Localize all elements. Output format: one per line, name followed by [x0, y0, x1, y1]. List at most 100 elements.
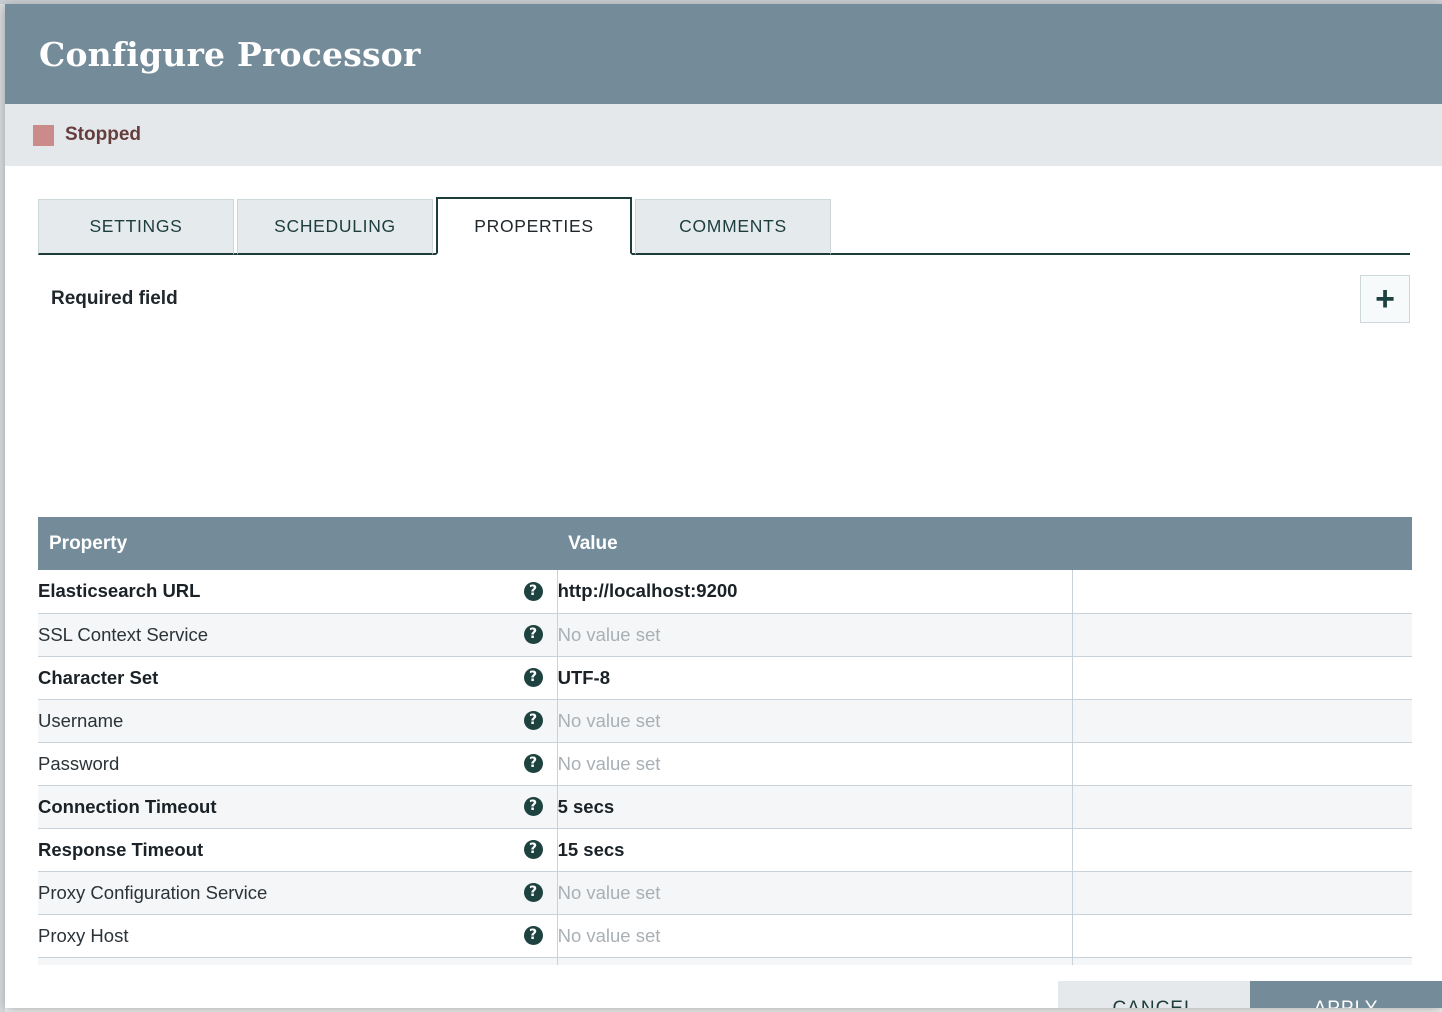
properties-table-head: Property Value — [38, 517, 1412, 570]
help-circle-icon[interactable]: ? — [523, 840, 543, 859]
table-row[interactable]: Password? No value set — [38, 741, 1412, 786]
property-value-cell[interactable]: No value set — [557, 698, 1073, 743]
property-name-cell: Password? — [38, 741, 558, 786]
property-value-cell[interactable]: http://localhost:9200 — [557, 570, 1073, 614]
table-row[interactable]: Username? No value set — [38, 698, 1412, 743]
column-header-value: Value — [557, 517, 1073, 570]
tab-scheduling-label: SCHEDULING — [274, 216, 396, 236]
properties-table: Property Value Elasticsearch URL? http://… — [38, 517, 1412, 1008]
tab-properties-label: PROPERTIES — [474, 215, 594, 236]
status-badge: Stopped — [65, 124, 141, 145]
apply-button-label: APPLY — [1314, 998, 1379, 1008]
property-name-cell: Elasticsearch URL? — [38, 570, 558, 614]
processor-status-bar: Stopped — [5, 104, 1442, 166]
property-value-placeholder: No value set — [557, 924, 661, 946]
cancel-button-label: CANCEL — [1112, 998, 1195, 1008]
property-value-placeholder: No value set — [557, 623, 661, 645]
property-value-cell[interactable]: 15 secs — [557, 827, 1073, 872]
property-label: Proxy Configuration Service — [38, 881, 268, 903]
property-value-placeholder: No value set — [557, 752, 661, 774]
property-name-cell: SSL Context Service? — [38, 612, 558, 657]
property-action-cell[interactable] — [1072, 612, 1412, 657]
property-name-row: SSL Context Service? — [38, 624, 557, 646]
property-name-cell: Response Timeout? — [38, 827, 558, 872]
column-header-extra — [1072, 517, 1412, 570]
property-value-cell[interactable]: No value set — [557, 913, 1073, 958]
help-circle-icon[interactable]: ? — [523, 883, 543, 902]
property-value: http://localhost:9200 — [557, 580, 738, 602]
required-field-label: Required field — [51, 288, 178, 309]
property-label: Connection Timeout — [38, 795, 217, 817]
table-header-row: Property Value — [38, 517, 1412, 570]
property-label: Elasticsearch URL — [38, 580, 201, 602]
tab-settings-label: SETTINGS — [89, 216, 183, 236]
dialog-footer: CANCEL APPLY — [5, 965, 1442, 1008]
property-label: Username — [38, 709, 124, 731]
dialog-header: Configure Processor — [5, 4, 1442, 104]
property-value-placeholder: No value set — [557, 709, 661, 731]
property-value-cell[interactable]: No value set — [557, 612, 1073, 657]
property-action-cell[interactable] — [1072, 913, 1412, 958]
property-label: Response Timeout — [38, 838, 204, 860]
apply-button[interactable]: APPLY — [1250, 981, 1442, 1008]
configure-processor-dialog: Configure Processor Stopped SETTINGS SCH… — [5, 4, 1442, 1008]
property-action-cell[interactable] — [1072, 570, 1412, 614]
help-circle-icon[interactable]: ? — [523, 668, 543, 687]
help-circle-icon[interactable]: ? — [523, 926, 543, 945]
property-label: Password — [38, 752, 120, 774]
cancel-button[interactable]: CANCEL — [1058, 981, 1250, 1008]
property-action-cell[interactable] — [1072, 784, 1412, 829]
table-row[interactable]: Response Timeout? 15 secs — [38, 827, 1412, 872]
property-label: Proxy Host — [38, 924, 129, 946]
table-row[interactable]: SSL Context Service? No value set — [38, 612, 1412, 657]
tab-settings[interactable]: SETTINGS — [38, 199, 234, 255]
properties-toolbar: Required field + — [5, 270, 1442, 328]
property-name-cell: Username? — [38, 698, 558, 743]
property-name-row: Password? — [38, 753, 557, 775]
property-name-row: Proxy Configuration Service? — [38, 882, 557, 904]
dialog-body: SETTINGS SCHEDULING PROPERTIES COMMENTS — [5, 195, 1442, 1008]
property-label: Character Set — [38, 666, 159, 688]
help-circle-icon[interactable]: ? — [523, 797, 543, 816]
help-circle-icon[interactable]: ? — [523, 625, 543, 644]
plus-icon: + — [1375, 280, 1395, 318]
stopped-square-icon — [33, 124, 54, 146]
property-label: SSL Context Service — [38, 623, 209, 645]
properties-table-body: Elasticsearch URL? http://localhost:9200 S… — [38, 570, 1412, 1008]
property-name-row: Proxy Host? — [38, 925, 557, 947]
property-name-row: Character Set? — [38, 667, 557, 689]
help-circle-icon[interactable]: ? — [523, 581, 543, 601]
tab-comments[interactable]: COMMENTS — [635, 199, 831, 255]
property-action-cell[interactable] — [1072, 655, 1412, 700]
tab-comments-label: COMMENTS — [679, 216, 787, 236]
screen: Configure Processor Stopped SETTINGS SCH… — [0, 0, 1442, 1012]
property-value-cell[interactable]: No value set — [557, 741, 1073, 786]
property-name-cell: Character Set? — [38, 655, 558, 700]
property-action-cell[interactable] — [1072, 741, 1412, 786]
properties-table-scroll[interactable]: Property Value Elasticsearch URL? http://… — [38, 517, 1412, 1008]
tab-properties[interactable]: PROPERTIES — [436, 197, 632, 255]
property-value: 15 secs — [557, 838, 625, 860]
table-row[interactable]: Proxy Configuration Service? No value set — [38, 870, 1412, 915]
property-value: UTF-8 — [557, 666, 610, 688]
tab-list: SETTINGS SCHEDULING PROPERTIES COMMENTS — [38, 195, 1442, 255]
property-value-cell[interactable]: 5 secs — [557, 784, 1073, 829]
help-circle-icon[interactable]: ? — [523, 754, 543, 773]
table-row[interactable]: Proxy Host? No value set — [38, 913, 1412, 958]
page-title: Configure Processor — [39, 34, 421, 74]
property-action-cell[interactable] — [1072, 698, 1412, 743]
column-header-property: Property — [38, 517, 558, 570]
table-row[interactable]: Elasticsearch URL? http://localhost:9200 — [38, 570, 1412, 614]
tab-strip: SETTINGS SCHEDULING PROPERTIES COMMENTS — [5, 195, 1442, 255]
property-action-cell[interactable] — [1072, 870, 1412, 915]
add-property-button[interactable]: + — [1360, 275, 1410, 323]
property-value-cell[interactable]: No value set — [557, 870, 1073, 915]
table-row[interactable]: Connection Timeout? 5 secs — [38, 784, 1412, 829]
property-name-cell: Connection Timeout? — [38, 784, 558, 829]
property-action-cell[interactable] — [1072, 827, 1412, 872]
tab-scheduling[interactable]: SCHEDULING — [237, 199, 433, 255]
help-circle-icon[interactable]: ? — [523, 711, 543, 730]
property-value-cell[interactable]: UTF-8 — [557, 655, 1073, 700]
property-value: 5 secs — [557, 795, 615, 817]
table-row[interactable]: Character Set? UTF-8 — [38, 655, 1412, 700]
